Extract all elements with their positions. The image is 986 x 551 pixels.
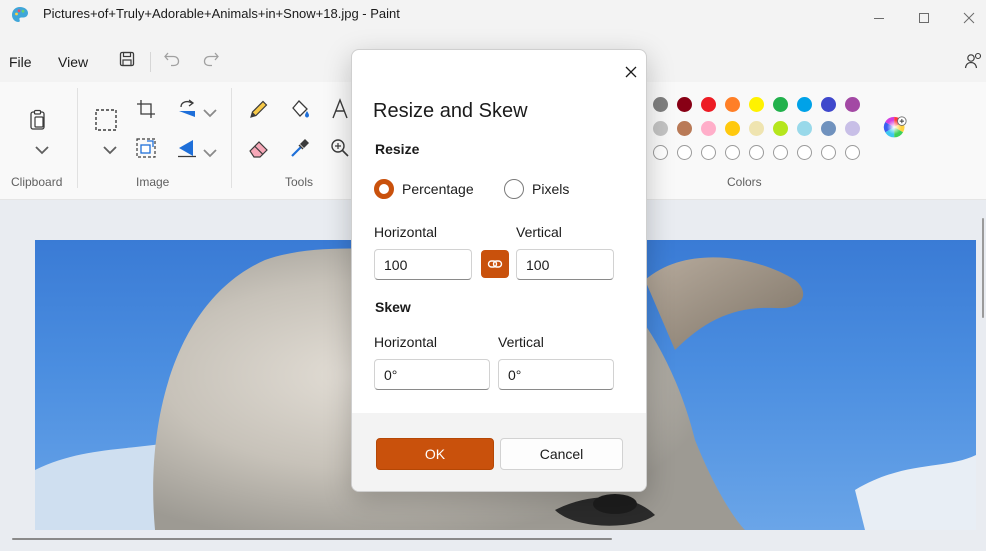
menu-view[interactable]: View: [58, 54, 88, 70]
skew-vertical-label: Vertical: [498, 334, 544, 350]
menu-file[interactable]: File: [9, 54, 32, 70]
dialog-title: Resize and Skew: [373, 100, 528, 122]
link-icon: [487, 260, 503, 268]
color-swatch[interactable]: [701, 97, 716, 112]
resize-vertical-label: Vertical: [516, 224, 562, 240]
undo-icon[interactable]: [162, 49, 182, 69]
resize-heading: Resize: [375, 141, 420, 157]
cancel-button[interactable]: Cancel: [500, 438, 623, 470]
resize-image-icon[interactable]: [134, 136, 158, 160]
color-swatch[interactable]: [725, 97, 740, 112]
select-chevron-down-icon[interactable]: [98, 138, 117, 155]
custom-color-slot[interactable]: [797, 145, 812, 160]
color-swatch[interactable]: [701, 121, 716, 136]
percentage-label[interactable]: Percentage: [402, 181, 474, 197]
skew-heading: Skew: [375, 299, 411, 315]
color-swatch[interactable]: [677, 121, 692, 136]
edit-colors-icon[interactable]: [883, 116, 911, 144]
color-swatch[interactable]: [749, 121, 764, 136]
fill-bucket-icon[interactable]: [288, 97, 312, 121]
percentage-radio[interactable]: [374, 179, 394, 199]
resize-horizontal-label: Horizontal: [374, 224, 438, 240]
maintain-aspect-ratio-button[interactable]: [481, 250, 509, 278]
color-swatch[interactable]: [821, 97, 836, 112]
color-swatch[interactable]: [797, 121, 812, 136]
resize-vertical-input[interactable]: [516, 249, 614, 280]
account-settings-icon[interactable]: [963, 51, 983, 71]
close-icon[interactable]: [623, 64, 639, 80]
redo-icon[interactable]: [201, 49, 221, 69]
flip-chevron-down-icon[interactable]: [198, 141, 217, 158]
custom-color-slot[interactable]: [773, 145, 788, 160]
flip-icon[interactable]: [175, 136, 199, 160]
clipboard-paste-icon[interactable]: [26, 108, 50, 132]
clipboard-chevron-down-icon[interactable]: [30, 138, 49, 155]
custom-color-slot[interactable]: [677, 145, 692, 160]
quick-access-divider: [150, 52, 151, 72]
color-swatch[interactable]: [725, 121, 740, 136]
magnifier-icon[interactable]: [328, 136, 352, 160]
custom-color-slot[interactable]: [701, 145, 716, 160]
color-swatch[interactable]: [797, 97, 812, 112]
maximize-icon[interactable]: [914, 8, 934, 28]
skew-vertical-input[interactable]: [498, 359, 614, 390]
color-swatch[interactable]: [773, 121, 788, 136]
skew-horizontal-input[interactable]: [374, 359, 490, 390]
ok-button[interactable]: OK: [376, 438, 494, 470]
rotate-chevron-down-icon[interactable]: [198, 101, 217, 118]
skew-horizontal-label: Horizontal: [374, 334, 438, 350]
ribbon-divider: [77, 88, 78, 188]
colors-group-label: Colors: [727, 175, 762, 189]
pixels-radio[interactable]: [504, 179, 524, 199]
close-window-icon[interactable]: [959, 8, 979, 28]
custom-color-slot[interactable]: [845, 145, 860, 160]
pixels-label[interactable]: Pixels: [532, 181, 569, 197]
color-swatch[interactable]: [653, 121, 668, 136]
custom-color-slot[interactable]: [821, 145, 836, 160]
select-icon[interactable]: [94, 108, 118, 132]
title-bar: Pictures+of+Truly+Adorable+Animals+in+Sn…: [0, 0, 986, 38]
color-swatch[interactable]: [845, 97, 860, 112]
window-title: Pictures+of+Truly+Adorable+Animals+in+Sn…: [43, 6, 400, 21]
save-icon[interactable]: [117, 49, 137, 69]
resize-horizontal-input[interactable]: [374, 249, 472, 280]
custom-color-slot[interactable]: [749, 145, 764, 160]
color-swatch[interactable]: [821, 121, 836, 136]
color-swatch[interactable]: [653, 97, 668, 112]
tools-group-label: Tools: [285, 175, 314, 189]
minimize-icon[interactable]: [869, 8, 889, 28]
eraser-icon[interactable]: [247, 136, 271, 160]
text-tool-icon[interactable]: [328, 97, 352, 121]
ribbon-divider: [231, 88, 232, 188]
color-swatch[interactable]: [773, 97, 788, 112]
horizontal-scrollbar[interactable]: [12, 538, 612, 540]
vertical-scrollbar[interactable]: [982, 218, 984, 318]
color-picker-icon[interactable]: [288, 136, 312, 160]
color-swatch[interactable]: [845, 121, 860, 136]
paint-app-icon: [10, 5, 30, 25]
color-swatch[interactable]: [677, 97, 692, 112]
image-group-label: Image: [136, 175, 170, 189]
dialog-footer: OK Cancel: [352, 413, 646, 491]
custom-color-slot[interactable]: [653, 145, 668, 160]
rotate-icon[interactable]: [175, 97, 199, 121]
crop-icon[interactable]: [134, 97, 158, 121]
clipboard-group-label: Clipboard: [11, 175, 63, 189]
resize-skew-dialog: Resize and Skew Resize Percentage Pixels…: [351, 49, 647, 492]
custom-color-slot[interactable]: [725, 145, 740, 160]
color-swatch[interactable]: [749, 97, 764, 112]
pencil-icon[interactable]: [247, 97, 271, 121]
